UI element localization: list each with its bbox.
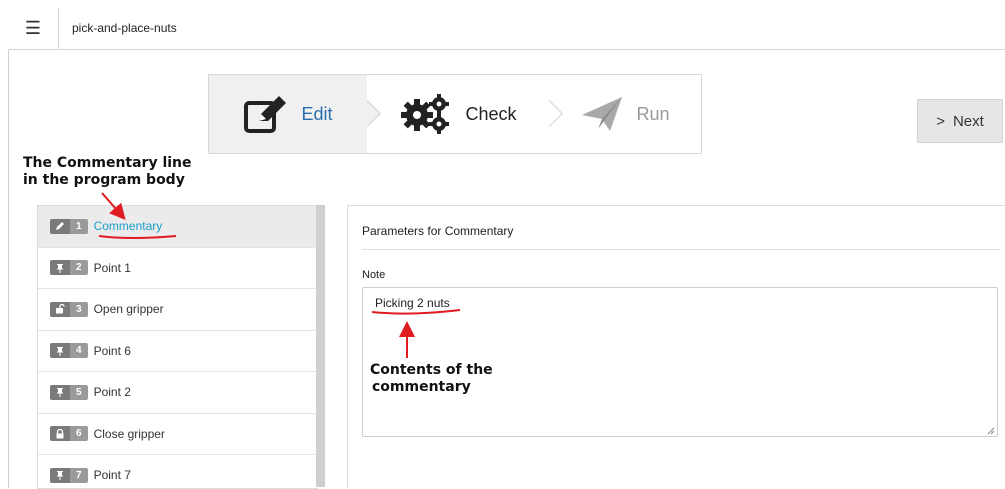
paper-plane-icon [582,97,623,131]
line-number: 5 [70,384,88,400]
line-number: 1 [70,218,88,234]
annotation-text: Contents of the [370,362,493,378]
step-check-label: Check [465,103,517,124]
pin-icon [50,260,70,276]
list-item[interactable]: 7 Point 7 [38,455,318,488]
program-body-list: 1 Commentary 2 Point 1 3 Open gripper 4 … [37,205,318,489]
step-run-label: Run [636,103,670,124]
parameters-panel: Parameters for Commentary Note Picking 2… [347,205,1005,488]
hamburger-menu-button[interactable]: ☰ [8,8,59,49]
program-name: pick-and-place-nuts [72,21,177,35]
list-item[interactable]: 6 Close gripper [38,414,318,455]
next-button-label: Next [952,112,984,130]
line-label: Point 1 [93,260,131,275]
line-number: 2 [70,260,88,276]
line-number: 4 [70,343,88,359]
step-check[interactable]: Check [367,75,563,153]
line-badge: 2 [50,260,88,276]
step-edit[interactable]: Edit [209,75,381,153]
resize-grip-icon[interactable] [985,425,995,435]
line-label: Point 6 [93,343,131,358]
chevron-right-icon: > [936,112,945,130]
parameters-title: Parameters for Commentary [362,224,514,238]
pencil-icon [50,218,70,234]
list-scrollbar[interactable] [316,205,325,487]
line-number: 7 [70,467,88,483]
line-label: Point 7 [93,468,131,483]
unlock-icon [50,301,70,317]
line-badge: 4 [50,343,88,359]
lock-icon [50,426,70,442]
step-edit-label: Edit [301,103,333,124]
step-run[interactable]: Run [549,75,701,153]
hamburger-icon: ☰ [24,18,42,38]
annotation-commentary: The Commentary line in the program body [23,155,192,189]
line-badge: 5 [50,384,88,400]
list-item[interactable]: 4 Point 6 [38,331,318,372]
line-badge: 3 [50,301,88,317]
workflow-steps: Edit Check Run [208,74,702,154]
edit-icon [244,96,287,133]
line-number: 6 [70,426,88,442]
annotation-text: The Commentary line [23,155,192,171]
line-label: Open gripper [93,302,164,317]
annotation-text: commentary [372,379,471,395]
list-item[interactable]: 2 Point 1 [38,248,318,289]
gears-icon [401,94,450,134]
next-button[interactable]: > Next [917,99,1003,143]
note-label: Note [362,269,386,281]
line-label: Commentary [93,219,163,234]
line-badge: 6 [50,426,88,442]
annotation-contents: Contents of the commentary [370,362,493,396]
divider [362,249,1000,250]
line-badge: 1 [50,218,88,234]
pin-icon [50,343,70,359]
pin-icon [50,467,70,483]
line-label: Close gripper [93,426,165,441]
list-item[interactable]: 5 Point 2 [38,372,318,414]
list-item[interactable]: 1 Commentary [38,206,318,248]
line-number: 3 [70,301,88,317]
list-item[interactable]: 3 Open gripper [38,289,318,331]
note-value: Picking 2 nuts [375,296,450,310]
pin-icon [50,384,70,400]
line-badge: 7 [50,467,88,483]
top-bar: ☰ pick-and-place-nuts [8,8,1005,50]
annotation-text: in the program body [23,172,185,188]
line-label: Point 2 [93,385,131,400]
